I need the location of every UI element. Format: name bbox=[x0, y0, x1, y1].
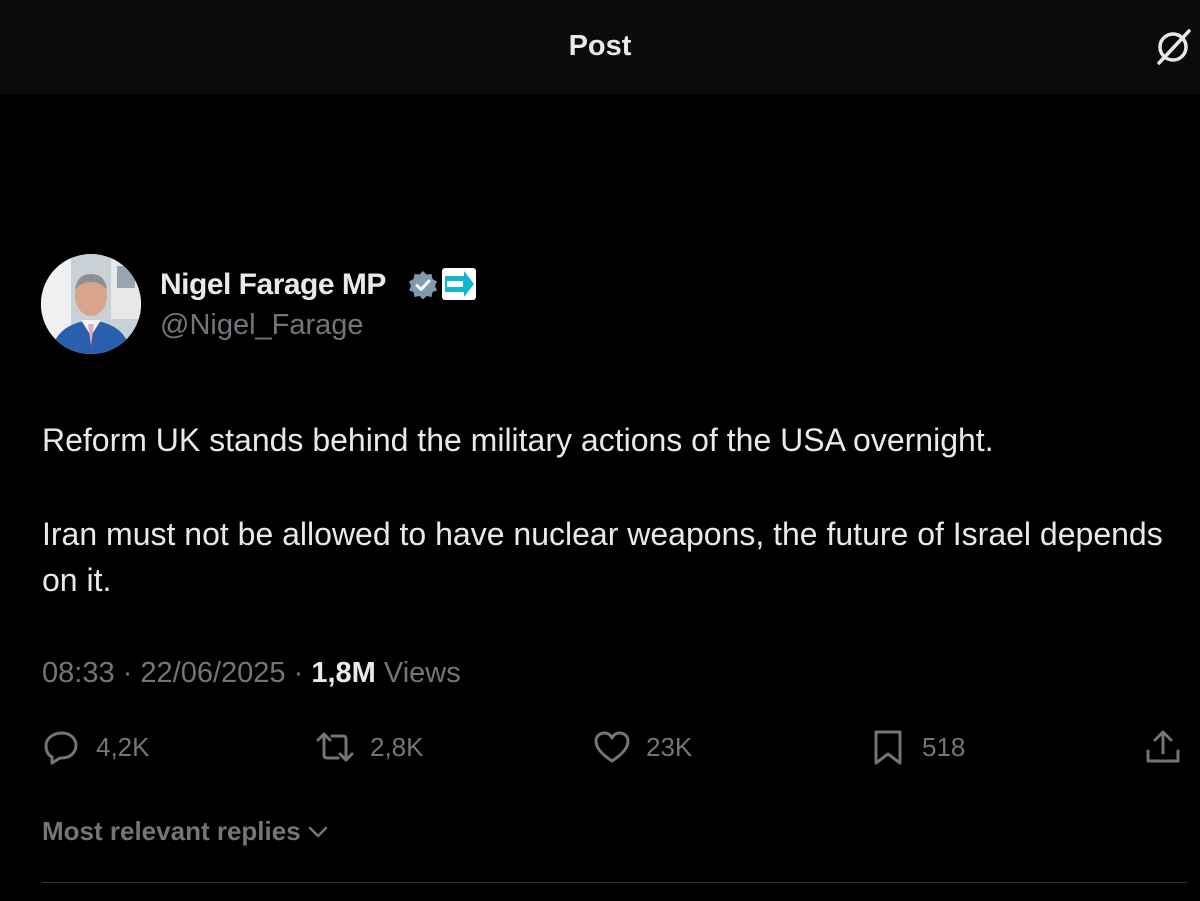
post-paragraph: Reform UK stands behind the military act… bbox=[42, 422, 994, 458]
bookmark-count: 518 bbox=[922, 731, 966, 762]
replies-sort-label: Most relevant replies bbox=[42, 816, 301, 846]
share-button[interactable] bbox=[1143, 726, 1183, 768]
post-meta: 08:33 · 22/06/2025 · 1,8M Views bbox=[42, 657, 461, 690]
replies-sort-dropdown[interactable]: Most relevant replies bbox=[42, 816, 329, 847]
bookmark-button[interactable]: 518 bbox=[868, 726, 965, 768]
top-bar: Post bbox=[0, 0, 1200, 94]
post-date[interactable]: 22/06/2025 bbox=[140, 657, 285, 689]
heart-icon bbox=[594, 731, 630, 763]
divider bbox=[42, 882, 1187, 883]
reply-button[interactable]: 4,2K bbox=[42, 726, 150, 768]
reply-count: 4,2K bbox=[96, 731, 150, 762]
reform-uk-logo[interactable] bbox=[442, 268, 476, 300]
bookmark-icon bbox=[874, 730, 902, 765]
author-handle[interactable]: @Nigel_Farage bbox=[160, 309, 364, 342]
reply-icon bbox=[44, 731, 78, 765]
verified-badge-icon[interactable] bbox=[408, 270, 438, 300]
post-time[interactable]: 08:33 bbox=[42, 657, 115, 689]
meta-separator: · bbox=[122, 657, 133, 689]
chevron-down-icon bbox=[308, 826, 327, 837]
page-title: Post bbox=[568, 30, 632, 62]
views-label: Views bbox=[383, 657, 461, 689]
views-count[interactable]: 1,8M bbox=[311, 657, 375, 689]
share-icon bbox=[1146, 730, 1180, 763]
avatar[interactable] bbox=[41, 254, 141, 354]
grok-slash-icon[interactable] bbox=[1152, 26, 1194, 68]
author-name[interactable]: Nigel Farage MP bbox=[160, 268, 386, 302]
post-paragraph: Iran must not be allowed to have nuclear… bbox=[42, 516, 1163, 598]
repost-icon bbox=[316, 732, 354, 762]
repost-count: 2,8K bbox=[370, 731, 424, 762]
repost-button[interactable]: 2,8K bbox=[314, 726, 424, 768]
meta-separator: · bbox=[293, 657, 304, 689]
like-button[interactable]: 23K bbox=[592, 726, 692, 768]
like-count: 23K bbox=[646, 731, 693, 762]
post-text: Reform UK stands behind the military act… bbox=[42, 417, 1172, 651]
